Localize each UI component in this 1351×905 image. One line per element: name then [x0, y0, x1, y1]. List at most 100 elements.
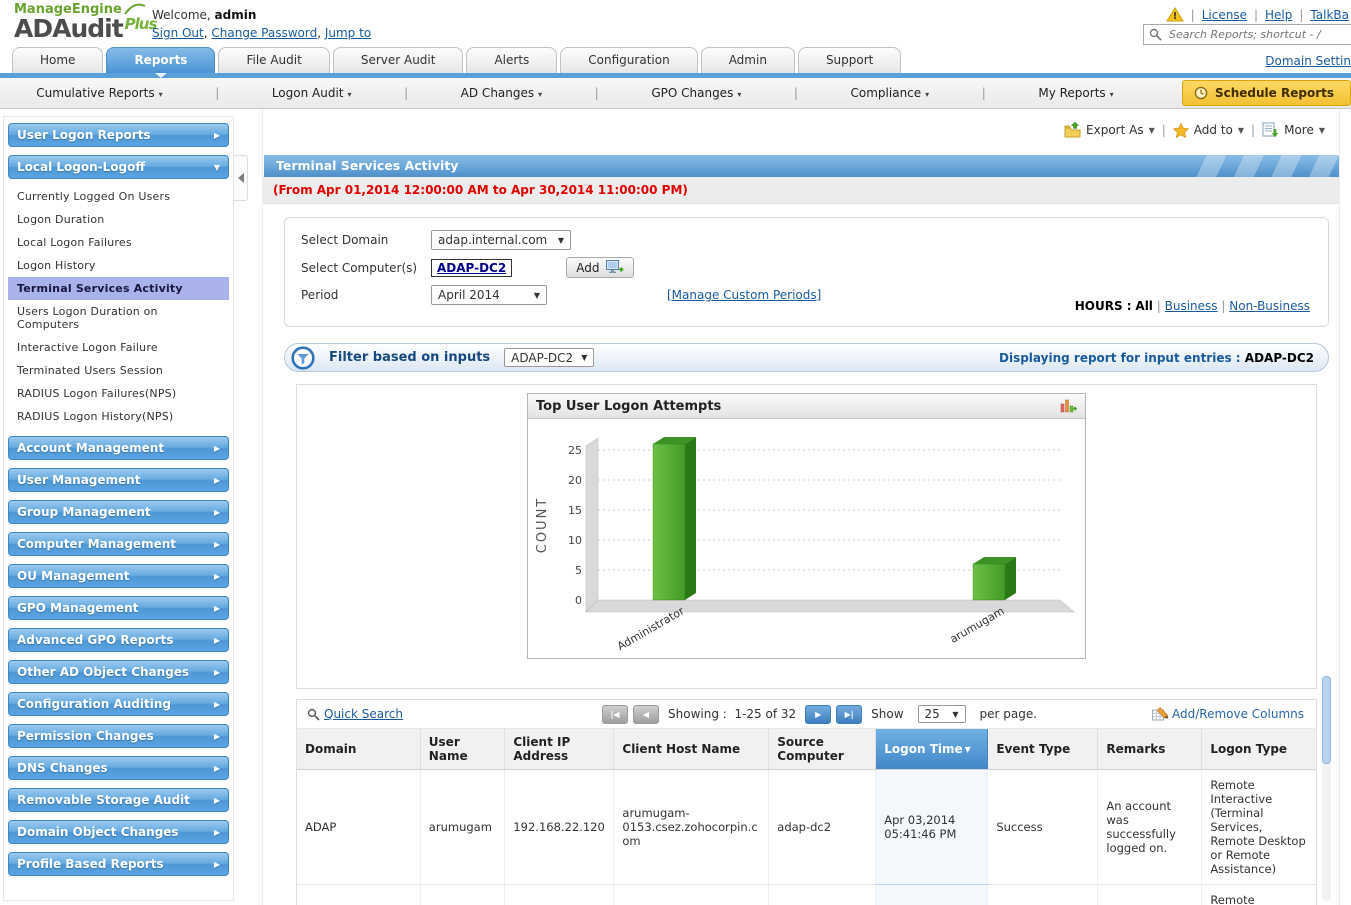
report-search[interactable]: [1143, 24, 1351, 45]
sidebar-item-interactive-logon-failure[interactable]: Interactive Logon Failure: [8, 336, 229, 359]
next-page-button[interactable]: ▶: [805, 705, 831, 724]
table-row[interactable]: ADAParumugam192.168.22.120arumugam-0153.…: [297, 770, 1316, 885]
cell-remarks: An account was successfully logged on.: [1098, 885, 1202, 905]
talkback-link[interactable]: TalkBa: [1310, 8, 1349, 22]
sidebar-section-advanced-gpo-reports[interactable]: Advanced GPO Reports▶: [8, 628, 229, 652]
search-input[interactable]: [1167, 27, 1351, 42]
add-button-label: Add: [576, 261, 599, 275]
cell-user-name: arumugam: [420, 770, 505, 885]
sidebar-item-terminal-services-activity[interactable]: Terminal Services Activity: [8, 277, 229, 300]
sidebar-section-user-management[interactable]: User Management▶: [8, 468, 229, 492]
cell-client-ip: 192.168.22.120: [505, 885, 614, 905]
selected-computer-link[interactable]: ADAP-DC2: [431, 259, 512, 277]
sidebar-collapse-handle[interactable]: [234, 155, 248, 201]
sidebar-section-removable-storage-audit[interactable]: Removable Storage Audit▶: [8, 788, 229, 812]
sidebar-section-gpo-management[interactable]: GPO Management▶: [8, 596, 229, 620]
tab-reports[interactable]: Reports: [106, 47, 215, 73]
sidebar-section-permission-changes[interactable]: Permission Changes▶: [8, 724, 229, 748]
schedule-reports-button[interactable]: Schedule Reports: [1182, 80, 1351, 106]
prev-page-button[interactable]: ◀: [633, 705, 659, 724]
column-header-event-type[interactable]: Event Type: [988, 729, 1098, 770]
sidebar-section-label: Local Logon-Logoff: [17, 160, 145, 174]
sidebar-section-computer-management[interactable]: Computer Management▶: [8, 532, 229, 556]
sidebar-section-local-logon-logoff[interactable]: Local Logon-Logoff▼: [8, 155, 229, 179]
sidebar-section-ou-management[interactable]: OU Management▶: [8, 564, 229, 588]
column-header-client-host-name[interactable]: Client Host Name: [614, 729, 769, 770]
more-button[interactable]: More▼: [1262, 122, 1325, 138]
page-size-select[interactable]: 25▼: [918, 705, 966, 723]
tab-accent-line: [0, 73, 1351, 78]
hours-business-option[interactable]: Business: [1165, 299, 1218, 313]
quick-search-link[interactable]: Quick Search: [307, 707, 403, 721]
sidebar-section-profile-based-reports[interactable]: Profile Based Reports▶: [8, 852, 229, 876]
hours-all-option[interactable]: All: [1135, 299, 1153, 313]
tab-configuration[interactable]: Configuration: [560, 47, 697, 73]
cell-remarks: An account was successfully logged on.: [1098, 770, 1202, 885]
sidebar-item-currently-logged-on-users[interactable]: Currently Logged On Users: [8, 185, 229, 208]
column-header-logon-type[interactable]: Logon Type: [1202, 729, 1316, 770]
export-as-button[interactable]: Export As▼: [1064, 122, 1155, 138]
scrollbar-thumb[interactable]: [1322, 676, 1331, 764]
add-to-button[interactable]: Add to▼: [1173, 123, 1244, 138]
tab-alerts[interactable]: Alerts: [466, 47, 557, 73]
domain-select[interactable]: adap.internal.com▼: [431, 230, 571, 250]
table-scrollbar[interactable]: [1322, 676, 1331, 901]
column-header-remarks[interactable]: Remarks: [1098, 729, 1202, 770]
tab-admin[interactable]: Admin: [701, 47, 795, 73]
sidebar-section-configuration-auditing[interactable]: Configuration Auditing▶: [8, 692, 229, 716]
change-password-link[interactable]: Change Password: [211, 26, 317, 40]
hours-non-business-option[interactable]: Non-Business: [1229, 299, 1310, 313]
subnav-my-reports[interactable]: My Reports▾: [1038, 86, 1113, 100]
chevron-right-icon: ▶: [214, 796, 220, 805]
tab-home[interactable]: Home: [12, 47, 103, 73]
manage-custom-periods-link[interactable]: [Manage Custom Periods]: [667, 288, 821, 302]
sidebar-item-local-logon-failures[interactable]: Local Logon Failures: [8, 231, 229, 254]
first-page-button[interactable]: |◀: [602, 705, 628, 724]
tab-support[interactable]: Support: [798, 47, 901, 73]
sign-out-link[interactable]: Sign Out: [152, 26, 204, 40]
sidebar-section-dns-changes[interactable]: DNS Changes▶: [8, 756, 229, 780]
table-row[interactable]: ADAParumugam192.168.22.120arumugam-0153.…: [297, 885, 1316, 905]
sidebar-section-user-logon-reports[interactable]: User Logon Reports▶: [8, 123, 229, 147]
subnav-cumulative-reports[interactable]: Cumulative Reports▾: [36, 86, 162, 100]
warning-icon[interactable]: !: [1166, 7, 1184, 22]
column-header-domain[interactable]: Domain: [297, 729, 420, 770]
cell-user-name: arumugam: [420, 885, 505, 905]
subnav-logon-audit[interactable]: Logon Audit▾: [272, 86, 352, 100]
sidebar-section-account-management[interactable]: Account Management▶: [8, 436, 229, 460]
sidebar-section-domain-object-changes[interactable]: Domain Object Changes▶: [8, 820, 229, 844]
y-tick-label: 10: [568, 534, 582, 547]
sidebar-section-group-management[interactable]: Group Management▶: [8, 500, 229, 524]
sidebar-item-radius-logon-failures-nps[interactable]: RADIUS Logon Failures(NPS): [8, 382, 229, 405]
sidebar-section-other-ad-object-changes[interactable]: Other AD Object Changes▶: [8, 660, 229, 684]
filter-input-select[interactable]: ADAP-DC2▼: [504, 348, 594, 367]
add-computer-button[interactable]: Add: [566, 257, 634, 278]
period-select[interactable]: April 2014▼: [431, 285, 547, 305]
sidebar-item-users-logon-duration-on-computers[interactable]: Users Logon Duration on Computers: [8, 300, 229, 336]
chart-type-icon[interactable]: [1060, 398, 1077, 414]
report-table: DomainUser NameClient IP AddressClient H…: [297, 729, 1316, 905]
license-link[interactable]: License: [1202, 8, 1247, 22]
sidebar-item-terminated-users-session[interactable]: Terminated Users Session: [8, 359, 229, 382]
column-header-source-computer[interactable]: Source Computer: [769, 729, 876, 770]
column-header-logon-time[interactable]: Logon Time▾: [876, 729, 988, 770]
cell-domain: ADAP: [297, 885, 420, 905]
sidebar-item-radius-logon-history-nps[interactable]: RADIUS Logon History(NPS): [8, 405, 229, 428]
subnav-ad-changes[interactable]: AD Changes▾: [461, 86, 542, 100]
tab-server-audit[interactable]: Server Audit: [333, 47, 464, 73]
clock-icon: [1194, 86, 1208, 100]
sidebar-item-logon-history[interactable]: Logon History: [8, 254, 229, 277]
last-page-button[interactable]: ▶|: [836, 705, 862, 724]
jump-to-link[interactable]: Jump to: [325, 26, 371, 40]
sidebar-section-label: Other AD Object Changes: [17, 665, 189, 679]
sidebar-item-logon-duration[interactable]: Logon Duration: [8, 208, 229, 231]
column-header-user-name[interactable]: User Name: [420, 729, 505, 770]
sidebar-section-label: User Logon Reports: [17, 128, 151, 142]
add-remove-columns-button[interactable]: Add/Remove Columns: [1152, 707, 1304, 722]
help-link[interactable]: Help: [1265, 8, 1292, 22]
column-header-client-ip-address[interactable]: Client IP Address: [505, 729, 614, 770]
tab-file-audit[interactable]: File Audit: [218, 47, 329, 73]
domain-settings-link[interactable]: Domain Settin: [1265, 54, 1351, 68]
subnav-gpo-changes[interactable]: GPO Changes▾: [651, 86, 741, 100]
subnav-compliance[interactable]: Compliance▾: [851, 86, 930, 100]
